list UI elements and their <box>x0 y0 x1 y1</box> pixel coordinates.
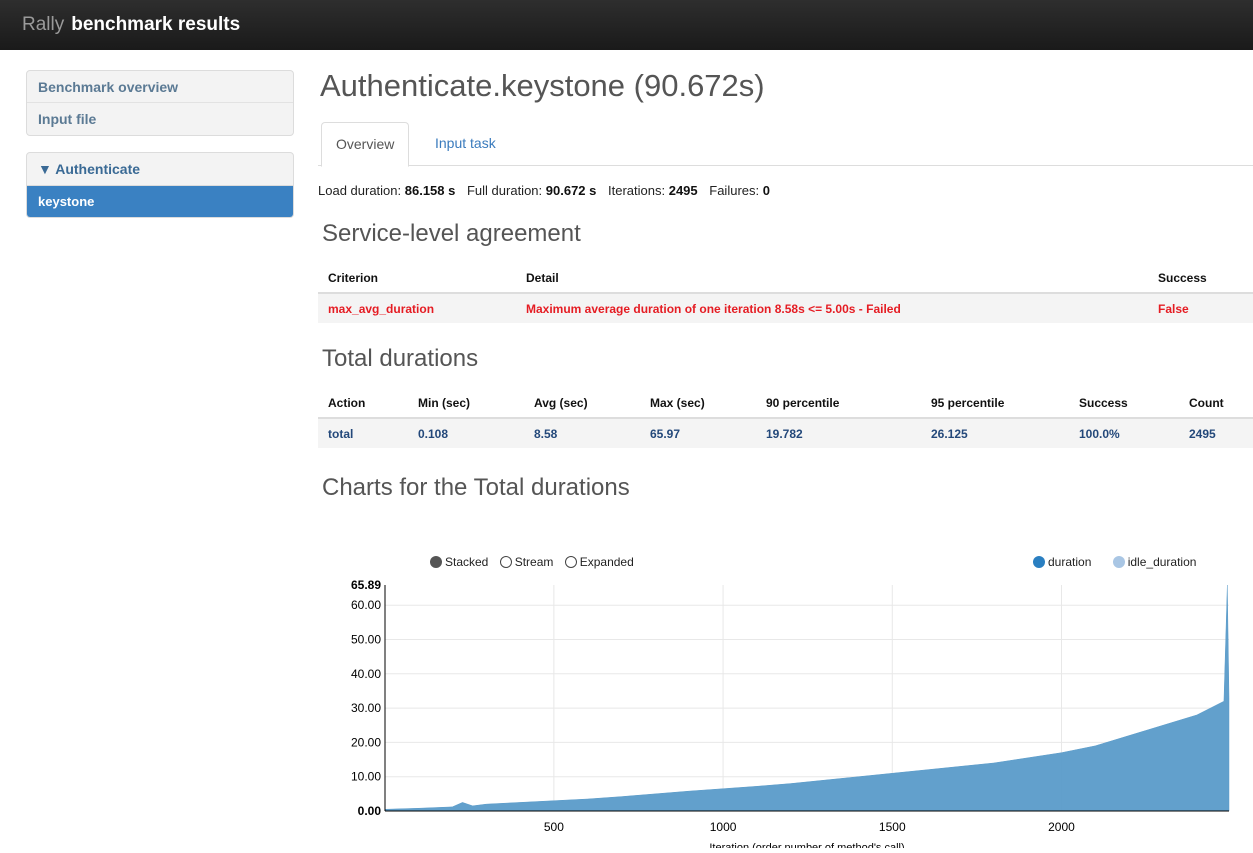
duration-avg: 8.58 <box>524 418 640 448</box>
radio-empty-icon <box>499 556 512 568</box>
mode-stream-label: Stream <box>514 555 554 569</box>
sidebar-group-authenticate: ▼ Authenticate keystone <box>26 152 294 218</box>
failures-value: 0 <box>762 183 770 198</box>
full-duration-value: 90.672 s <box>545 183 597 198</box>
column-header: 90 percentile <box>756 389 921 419</box>
radio-filled-icon <box>430 556 442 568</box>
tab-bar: Overview Input task <box>318 122 1253 167</box>
mode-stacked-option[interactable]: Stacked <box>430 555 488 569</box>
sidebar-group-toggle[interactable]: ▼ Authenticate <box>27 153 293 186</box>
sla-success: False <box>1148 293 1253 323</box>
load-duration-value: 86.158 s <box>404 183 456 198</box>
full-duration-label: Full duration: <box>466 183 543 198</box>
duration-action: total <box>318 418 408 448</box>
y-tick-label: 10.00 <box>351 770 381 784</box>
main-content: Authenticate.keystone (90.672s) Overview… <box>318 62 1253 518</box>
column-header: Count <box>1179 389 1253 419</box>
legend-duration[interactable]: duration <box>1033 555 1091 569</box>
mode-expanded-option[interactable]: Expanded <box>564 555 634 569</box>
column-header: Action <box>318 389 408 419</box>
y-tick-label: 60.00 <box>351 598 381 612</box>
y-tick-label: 40.00 <box>351 667 381 681</box>
sidebar: Benchmark overview Input file ▼ Authenti… <box>26 70 294 234</box>
table-row: total 0.108 8.58 65.97 19.782 26.125 100… <box>318 418 1253 448</box>
x-tick-label: 500 <box>544 820 564 834</box>
failures-label: Failures: <box>709 183 760 198</box>
table-header-row: Criterion Detail Success <box>318 264 1253 294</box>
x-tick-label: 1500 <box>879 820 906 834</box>
y-tick-label: 50.00 <box>351 633 381 647</box>
chart-mode-controls: Stacked Stream Expanded <box>430 555 642 569</box>
mode-stream-option[interactable]: Stream <box>499 555 554 569</box>
iterations-value: 2495 <box>668 183 698 198</box>
legend-dot-icon <box>1033 556 1045 568</box>
sidebar-item-benchmark-overview[interactable]: Benchmark overview <box>27 71 293 103</box>
column-header: 95 percentile <box>921 389 1069 419</box>
page-title: Authenticate.keystone (90.672s) <box>320 68 765 103</box>
sla-heading: Service-level agreement <box>322 220 581 247</box>
sla-criterion: max_avg_duration <box>318 293 516 323</box>
total-durations-chart: Stacked Stream Expanded duration idle_du… <box>318 548 1253 853</box>
duration-success: 100.0% <box>1069 418 1179 448</box>
legend-idle-duration[interactable]: idle_duration <box>1112 555 1197 569</box>
y-tick-label: 20.00 <box>351 735 381 749</box>
column-header: Max (sec) <box>640 389 756 419</box>
radio-empty-icon <box>564 556 577 568</box>
sidebar-item-input-file[interactable]: Input file <box>27 103 293 135</box>
column-header: Min (sec) <box>408 389 524 419</box>
duration-p95: 26.125 <box>921 418 1069 448</box>
sidebar-item-keystone[interactable]: keystone <box>27 186 293 217</box>
table-header-row: Action Min (sec) Avg (sec) Max (sec) 90 … <box>318 389 1253 419</box>
duration-min: 0.108 <box>408 418 524 448</box>
load-duration-label: Load duration: <box>318 183 402 198</box>
column-header: Criterion <box>318 264 516 294</box>
iterations-label: Iterations: <box>608 183 666 198</box>
legend-duration-label: duration <box>1048 555 1092 569</box>
legend-dot-icon <box>1112 556 1125 568</box>
charts-heading: Charts for the Total durations <box>322 474 630 501</box>
duration-count: 2495 <box>1179 418 1253 448</box>
sla-table: Criterion Detail Success max_avg_duratio… <box>318 264 1253 323</box>
x-tick-label: 1000 <box>710 820 737 834</box>
y-tick-label: 30.00 <box>351 701 381 715</box>
y-max-label: 65.89 <box>351 578 381 592</box>
brand-rally: Rally <box>22 14 65 35</box>
durations-table: Action Min (sec) Avg (sec) Max (sec) 90 … <box>318 389 1253 448</box>
chart-legend: duration idle_duration <box>1033 555 1204 569</box>
column-header: Avg (sec) <box>524 389 640 419</box>
column-header: Detail <box>516 264 1148 294</box>
duration-max: 65.97 <box>640 418 756 448</box>
mode-expanded-label: Expanded <box>579 555 634 569</box>
mode-stacked-label: Stacked <box>445 555 489 569</box>
sla-detail: Maximum average duration of one iteratio… <box>516 293 1148 323</box>
column-header: Success <box>1148 264 1253 294</box>
column-header: Success <box>1069 389 1179 419</box>
app-header: Rally benchmark results <box>0 0 1253 50</box>
durations-heading: Total durations <box>322 345 479 372</box>
run-summary: Load duration: 86.158 s Full duration: 9… <box>318 183 1253 198</box>
sidebar-top-nav: Benchmark overview Input file <box>26 70 294 136</box>
tab-overview[interactable]: Overview <box>321 122 410 167</box>
y-tick-label: 0.00 <box>358 804 382 818</box>
x-tick-label: 2000 <box>1048 820 1075 834</box>
legend-idle-label: idle_duration <box>1127 555 1197 569</box>
duration-p90: 19.782 <box>756 418 921 448</box>
x-axis-label: Iteration (order number of method's call… <box>709 842 904 848</box>
chart-canvas: 0.00 10.00 20.00 30.00 40.00 50.00 60.00 65.89 5… <box>351 578 1230 853</box>
brand-title: benchmark results <box>71 14 241 35</box>
tab-input-task[interactable]: Input task <box>421 122 510 166</box>
table-row: max_avg_duration Maximum average duratio… <box>318 293 1253 323</box>
